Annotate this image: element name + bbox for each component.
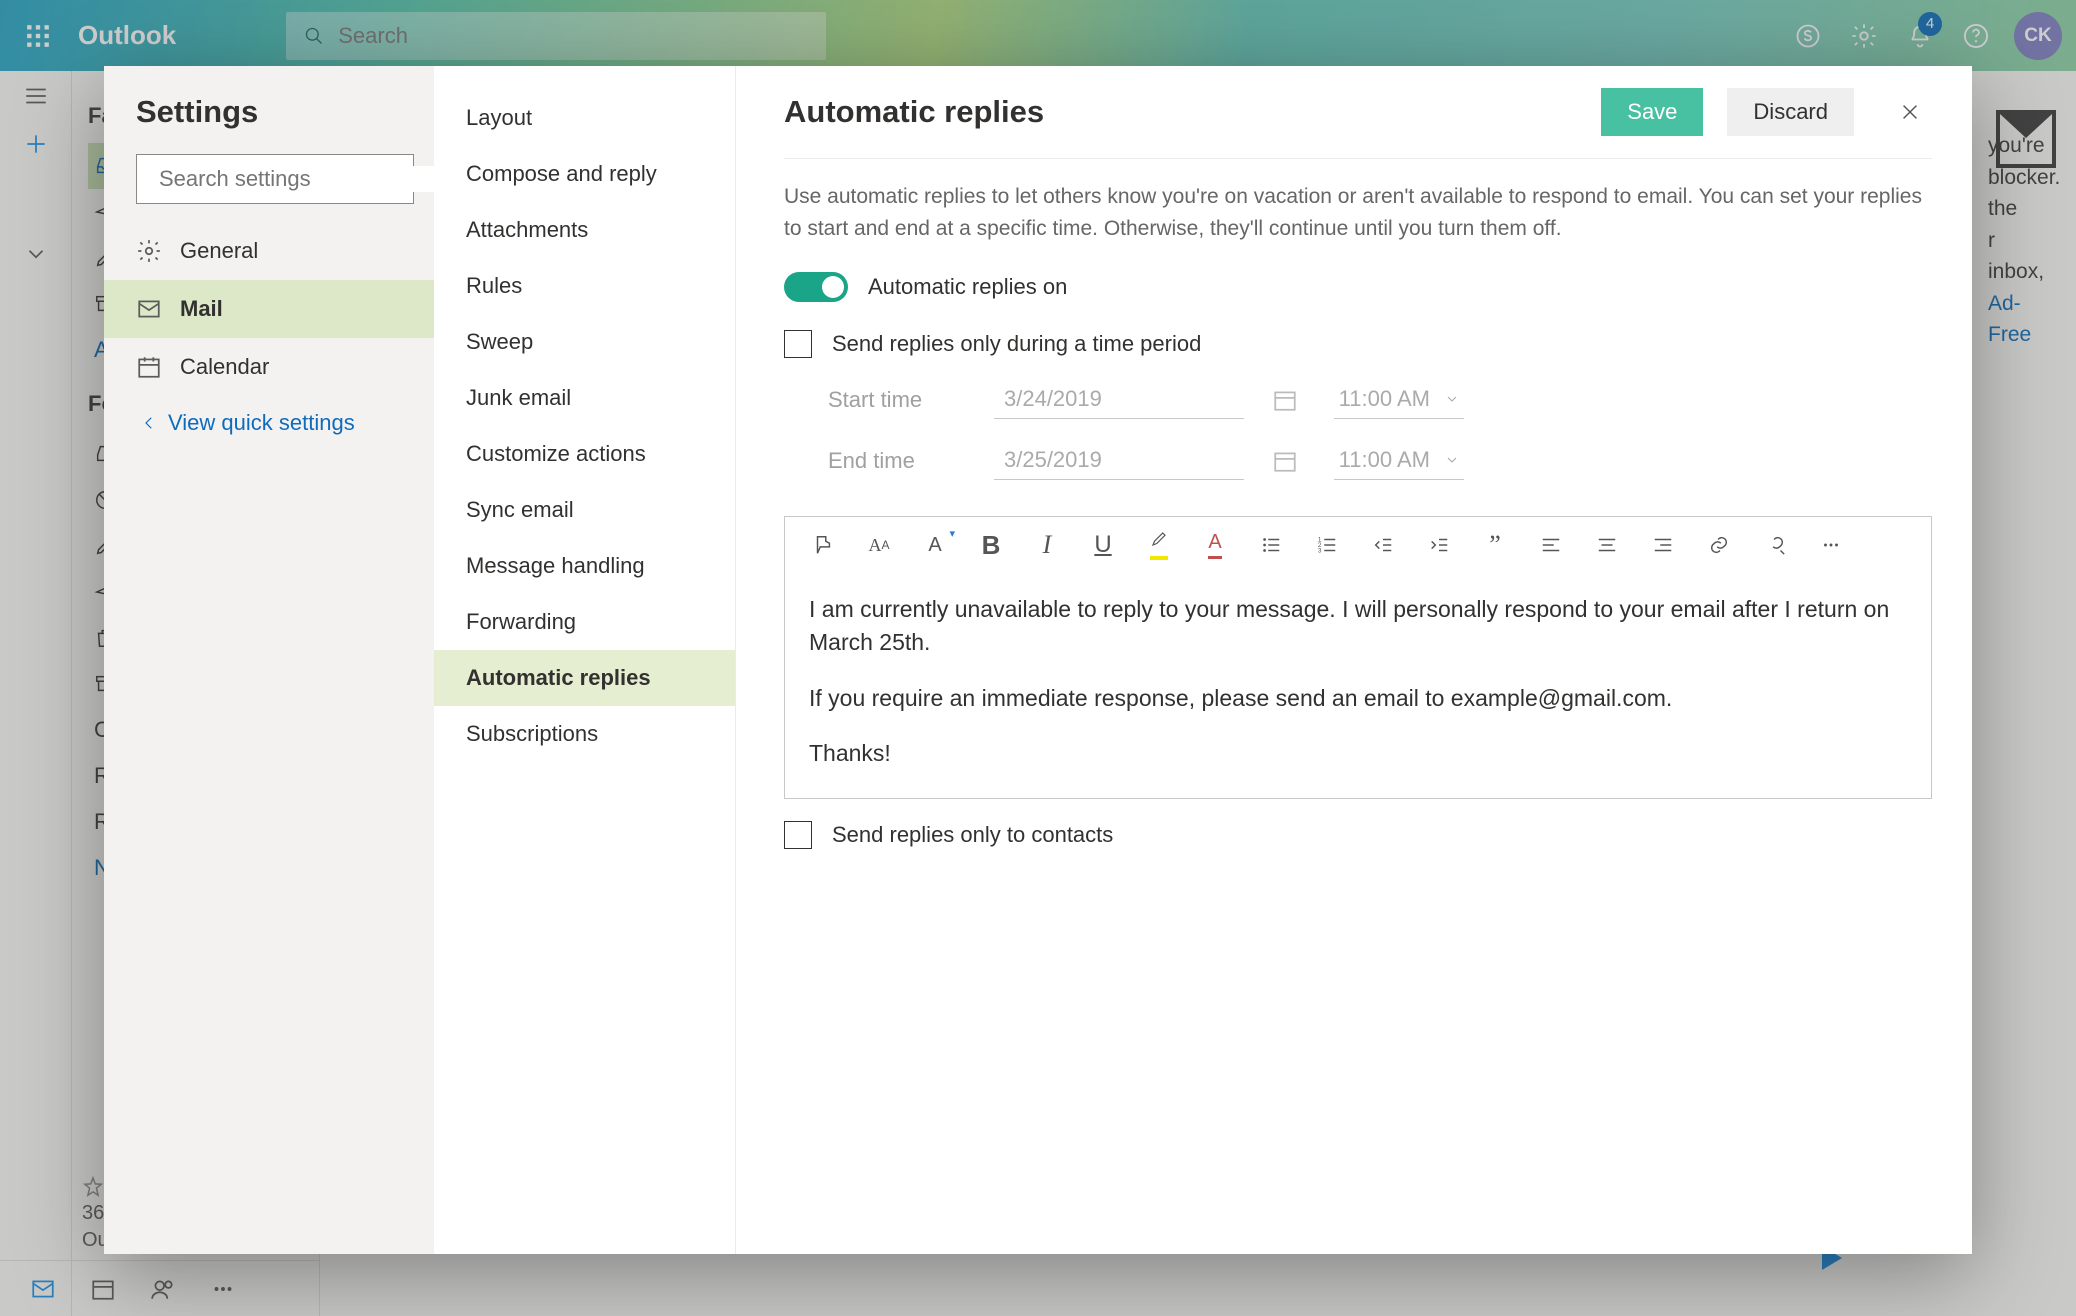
close-icon bbox=[1899, 101, 1921, 123]
subnav-compose[interactable]: Compose and reply bbox=[434, 146, 735, 202]
chevron-down-icon bbox=[1444, 452, 1460, 468]
contacts-only-label: Send replies only to contacts bbox=[832, 822, 1113, 848]
view-quick-settings-link[interactable]: View quick settings bbox=[136, 396, 414, 450]
calendar-icon[interactable] bbox=[1272, 448, 1298, 474]
discard-button[interactable]: Discard bbox=[1727, 88, 1854, 136]
subnav-forwarding[interactable]: Forwarding bbox=[434, 594, 735, 650]
bold-icon[interactable]: B bbox=[977, 531, 1005, 559]
editor-body[interactable]: I am currently unavailable to reply to y… bbox=[785, 573, 1931, 798]
category-general[interactable]: General bbox=[104, 222, 434, 280]
subnav-junk[interactable]: Junk email bbox=[434, 370, 735, 426]
chevron-down-icon bbox=[1444, 391, 1460, 407]
subnav-msg-handling[interactable]: Message handling bbox=[434, 538, 735, 594]
align-center-icon[interactable] bbox=[1593, 531, 1621, 559]
category-general-label: General bbox=[180, 238, 258, 264]
start-date-input[interactable] bbox=[994, 380, 1244, 419]
editor-toolbar: AA A▾ B I U A 123 ” bbox=[785, 517, 1931, 573]
align-right-icon[interactable] bbox=[1649, 531, 1677, 559]
reply-editor: AA A▾ B I U A 123 ” I am current bbox=[784, 516, 1932, 799]
end-date-input[interactable] bbox=[994, 441, 1244, 480]
start-time-select[interactable]: 11:00 AM bbox=[1334, 380, 1464, 419]
subnav-auto-replies[interactable]: Automatic replies bbox=[434, 650, 735, 706]
indent-icon[interactable] bbox=[1425, 531, 1453, 559]
format-painter-icon[interactable] bbox=[809, 531, 837, 559]
subnav-customize[interactable]: Customize actions bbox=[434, 426, 735, 482]
time-period-checkbox[interactable] bbox=[784, 330, 812, 358]
auto-replies-toggle[interactable] bbox=[784, 272, 848, 302]
save-button[interactable]: Save bbox=[1601, 88, 1703, 136]
category-calendar-label: Calendar bbox=[180, 354, 269, 380]
outdent-icon[interactable] bbox=[1369, 531, 1397, 559]
italic-icon[interactable]: I bbox=[1033, 531, 1061, 559]
subnav-sync[interactable]: Sync email bbox=[434, 482, 735, 538]
settings-search[interactable] bbox=[136, 154, 414, 204]
font-color-icon[interactable]: A bbox=[1201, 531, 1229, 559]
auto-replies-toggle-label: Automatic replies on bbox=[868, 274, 1067, 300]
remove-link-icon[interactable] bbox=[1761, 531, 1789, 559]
gear-icon bbox=[136, 238, 162, 264]
reply-paragraph-3: Thanks! bbox=[809, 737, 1907, 770]
subnav-attachments[interactable]: Attachments bbox=[434, 202, 735, 258]
subnav-layout[interactable]: Layout bbox=[434, 90, 735, 146]
settings-content: Automatic replies Save Discard Use autom… bbox=[736, 66, 1972, 1254]
contacts-only-checkbox[interactable] bbox=[784, 821, 812, 849]
content-description: Use automatic replies to let others know… bbox=[784, 181, 1924, 244]
subnav-subscriptions[interactable]: Subscriptions bbox=[434, 706, 735, 762]
more-format-icon[interactable] bbox=[1817, 531, 1845, 559]
settings-left-panel: Settings General Mail Calendar View quic… bbox=[104, 66, 434, 1254]
calendar-icon[interactable] bbox=[1272, 387, 1298, 413]
bullet-list-icon[interactable] bbox=[1257, 531, 1285, 559]
category-mail[interactable]: Mail bbox=[104, 280, 434, 338]
svg-text:3: 3 bbox=[1318, 547, 1322, 554]
calendar-icon bbox=[136, 354, 162, 380]
settings-subnav: Layout Compose and reply Attachments Rul… bbox=[434, 66, 736, 1254]
end-time-label: End time bbox=[828, 448, 958, 474]
font-family-icon[interactable]: AA bbox=[865, 531, 893, 559]
underline-icon[interactable]: U bbox=[1089, 531, 1117, 559]
insert-link-icon[interactable] bbox=[1705, 531, 1733, 559]
quote-icon[interactable]: ” bbox=[1481, 531, 1509, 559]
settings-modal: Settings General Mail Calendar View quic… bbox=[104, 66, 1972, 1254]
font-size-icon[interactable]: A▾ bbox=[921, 531, 949, 559]
category-calendar[interactable]: Calendar bbox=[104, 338, 434, 396]
chevron-left-icon bbox=[140, 414, 158, 432]
highlight-icon[interactable] bbox=[1145, 531, 1173, 559]
settings-title: Settings bbox=[136, 94, 414, 130]
settings-search-input[interactable] bbox=[159, 166, 447, 192]
align-left-icon[interactable] bbox=[1537, 531, 1565, 559]
subnav-sweep[interactable]: Sweep bbox=[434, 314, 735, 370]
mail-icon bbox=[136, 296, 162, 322]
end-time-select[interactable]: 11:00 AM bbox=[1334, 441, 1464, 480]
start-time-label: Start time bbox=[828, 387, 958, 413]
reply-paragraph-1: I am currently unavailable to reply to y… bbox=[809, 593, 1907, 660]
time-period-label: Send replies only during a time period bbox=[832, 331, 1201, 357]
subnav-rules[interactable]: Rules bbox=[434, 258, 735, 314]
number-list-icon[interactable]: 123 bbox=[1313, 531, 1341, 559]
category-mail-label: Mail bbox=[180, 296, 223, 322]
content-title: Automatic replies bbox=[784, 94, 1044, 130]
close-button[interactable] bbox=[1888, 90, 1932, 134]
reply-paragraph-2: If you require an immediate response, pl… bbox=[809, 682, 1907, 715]
